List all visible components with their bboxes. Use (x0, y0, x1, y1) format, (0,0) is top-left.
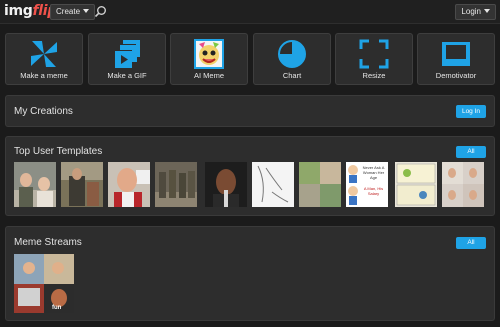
tool-chart[interactable]: Chart (253, 33, 331, 85)
create-label: Create (56, 7, 81, 16)
tool-demotivator[interactable]: Demotivator (417, 33, 495, 85)
caret-down-icon (484, 9, 490, 13)
log-in-button[interactable]: Log In (456, 105, 486, 118)
frame-icon (442, 42, 470, 66)
tool-label: AI Meme (193, 71, 224, 80)
all-templates-button[interactable]: All (456, 146, 486, 158)
top-templates-title: Top User Templates (14, 146, 103, 157)
film-stack-icon (114, 40, 140, 68)
ai-face-icon (194, 39, 224, 69)
meme-streams-title: Meme Streams (14, 237, 82, 248)
login-label: Login (461, 7, 481, 16)
template-thumbnail[interactable]: Never Ask A Woman Her Age A Man, His Sal… (346, 162, 388, 207)
create-dropdown-button[interactable]: Create (50, 4, 96, 20)
template-caption: A Man, His Salary (363, 186, 384, 196)
tool-make-a-gif[interactable]: Make a GIF (88, 33, 166, 85)
resize-corners-icon (359, 39, 389, 69)
template-caption: Never Ask A Woman Her Age (362, 165, 385, 180)
top-bar: imgflip Create Login (0, 0, 500, 24)
template-thumbnail[interactable] (61, 162, 103, 207)
stream-caption: fun (52, 305, 62, 311)
template-thumbnail[interactable] (395, 162, 437, 207)
tool-make-a-meme[interactable]: Make a meme (5, 33, 83, 85)
template-thumbnail[interactable] (299, 162, 341, 207)
logo-text-img: img (4, 3, 33, 19)
caret-down-icon (83, 9, 90, 13)
tool-ai-meme[interactable]: AI Meme (170, 33, 248, 85)
tool-label: Resize (362, 71, 386, 80)
tool-label: Make a GIF (107, 71, 147, 80)
template-thumbnail[interactable] (108, 162, 150, 207)
pinwheel-icon (31, 41, 57, 67)
template-thumbnail[interactable] (252, 162, 294, 207)
search-icon[interactable] (94, 5, 107, 18)
template-thumbnail[interactable] (442, 162, 484, 207)
my-creations-title: My Creations (14, 106, 73, 117)
template-thumbnail[interactable] (155, 162, 197, 207)
template-thumbnail[interactable] (205, 162, 247, 207)
login-dropdown-button[interactable]: Login (455, 4, 496, 20)
my-creations-panel: My Creations Log In (5, 95, 495, 127)
tool-resize[interactable]: Resize (335, 33, 413, 85)
meme-streams-panel: Meme Streams All (5, 226, 495, 321)
pie-chart-icon (278, 40, 306, 68)
meme-stream-thumbnail[interactable]: fun (14, 254, 74, 313)
tool-label: Demotivator (435, 71, 477, 80)
template-thumbnail[interactable] (14, 162, 56, 207)
all-streams-button[interactable]: All (456, 237, 486, 249)
tool-label: Chart (282, 71, 302, 80)
tool-label: Make a meme (20, 71, 68, 80)
